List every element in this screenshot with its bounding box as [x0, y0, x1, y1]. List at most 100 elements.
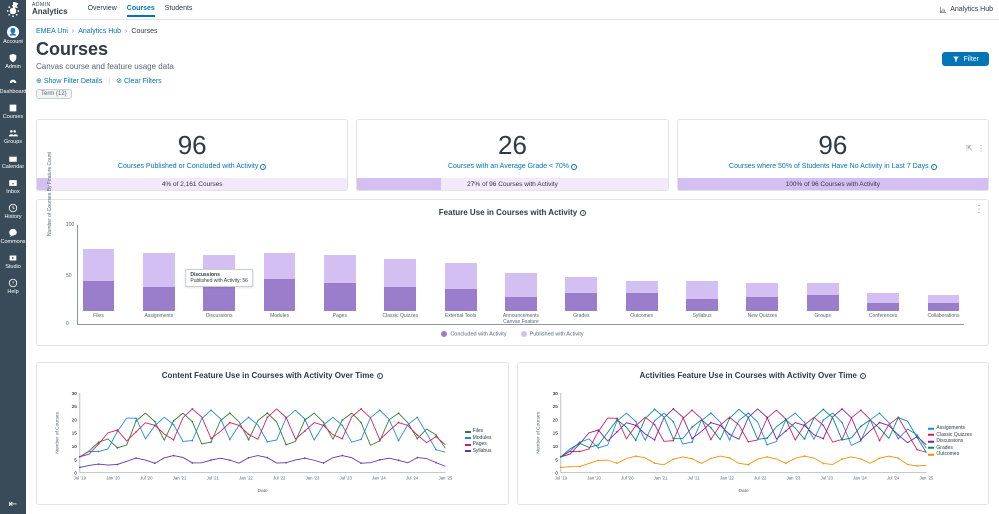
calendar-icon [8, 153, 18, 163]
nav-admin[interactable]: Admin [0, 49, 26, 74]
kpi-value: 96 [678, 130, 988, 161]
svg-text:Jan '20: Jan '20 [587, 476, 601, 481]
bar-discussions[interactable]: DiscussionsDiscussionsPublished with Act… [199, 255, 240, 324]
kpi-label[interactable]: Courses where 50% of Students Have No Ac… [678, 163, 988, 170]
bar-chart-area[interactable]: Number of Courses By Feature Count 100 5… [77, 225, 964, 325]
tab-courses[interactable]: Courses [127, 2, 155, 17]
feature-use-chart: ⋮ Feature Use in Courses with Activityi … [36, 199, 989, 346]
filter-chip-term[interactable]: Term (12) [36, 89, 72, 99]
chart-title: Activities Feature Use in Courses with A… [528, 371, 979, 380]
svg-text:Jan '21: Jan '21 [653, 476, 667, 481]
inbox-icon [8, 178, 18, 188]
info-icon[interactable]: i [377, 373, 383, 379]
kpi-row: 96 Courses Published or Concluded with A… [36, 119, 989, 191]
chart-title: Feature Use in Courses with Activityi [47, 208, 978, 217]
svg-text:Jul '19: Jul '19 [554, 476, 567, 481]
bar-assignments[interactable]: Assignments [138, 253, 179, 324]
bar-collaborations[interactable]: Collaborations [923, 295, 964, 324]
nav-studio[interactable]: Studio [0, 249, 26, 274]
shield-icon [8, 53, 18, 63]
analytics-hub-link[interactable]: Analytics Hub [939, 6, 993, 14]
svg-text:Jul '23: Jul '23 [340, 476, 353, 481]
svg-text:Jan '22: Jan '22 [239, 476, 253, 481]
question-icon: ? [8, 278, 18, 288]
chevron-right-icon: › [72, 28, 74, 35]
bar-syllabus[interactable]: Syllabus [682, 281, 723, 324]
nav-dashboard[interactable]: Dashboard [0, 74, 26, 99]
svg-text:Jan '22: Jan '22 [720, 476, 734, 481]
top-bar: ADMIN Analytics Overview Courses Student… [26, 0, 999, 20]
bar-new-quizzes[interactable]: New Quizzes [742, 283, 783, 324]
kpi-avg-grade: 26 Courses with an Average Grade < 70%i … [356, 119, 668, 191]
nav-commons[interactable]: Commons [0, 224, 26, 249]
bar-groups[interactable]: Groups [802, 283, 843, 324]
plus-icon: ⊕ [36, 77, 42, 85]
svg-text:30: 30 [72, 391, 78, 397]
nav-history[interactable]: History [0, 199, 26, 224]
svg-text:Number of Courses: Number of Courses [55, 412, 61, 454]
nav-groups[interactable]: Groups [0, 124, 26, 149]
svg-text:Date: Date [258, 488, 268, 494]
svg-text:Jan '24: Jan '24 [372, 476, 386, 481]
line-legend: FilesModulesPagesSyllabus [465, 428, 492, 454]
people-icon [8, 128, 18, 138]
svg-text:Jan '25: Jan '25 [919, 476, 933, 481]
chart-title: Content Feature Use in Courses with Acti… [47, 371, 498, 380]
global-nav: 👤Account Admin Dashboard Courses Groups … [0, 0, 26, 514]
svg-text:Jul '20: Jul '20 [621, 476, 634, 481]
clear-filters[interactable]: ⊘Clear Filters [116, 77, 162, 85]
show-filter-details[interactable]: ⊕Show Filter Details [36, 77, 102, 85]
svg-text:Jan '23: Jan '23 [786, 476, 800, 481]
book-icon [8, 103, 18, 113]
info-icon[interactable]: i [931, 164, 937, 170]
svg-text:Jan '21: Jan '21 [173, 476, 187, 481]
svg-text:Jul '20: Jul '20 [140, 476, 153, 481]
chevron-right-icon: › [125, 28, 127, 35]
svg-text:30: 30 [552, 391, 558, 397]
line-chart-area[interactable]: 051015202530Number of CoursesJul '19Jan … [51, 386, 494, 496]
studio-icon [8, 253, 18, 263]
kpi-label[interactable]: Courses Published or Concluded with Acti… [37, 163, 347, 170]
line-chart-area[interactable]: 051015202530Number of CoursesJul '19Jan … [532, 386, 975, 496]
nav-help[interactable]: ?Help [0, 274, 26, 299]
svg-text:Number of Courses: Number of Courses [535, 412, 541, 454]
breadcrumb-root[interactable]: EMEA Uni [36, 28, 68, 35]
canvas-logo [4, 2, 22, 20]
breadcrumb: EMEA Uni › Analytics Hub › Courses [36, 28, 989, 35]
chart-tooltip: DiscussionsPublished with Activity: 56 [185, 269, 253, 287]
svg-text:Jul '22: Jul '22 [754, 476, 767, 481]
bar-modules[interactable]: Modules [259, 253, 300, 324]
legend-item: Published with Activity [521, 331, 584, 337]
tab-overview[interactable]: Overview [88, 2, 117, 17]
info-icon[interactable]: i [571, 164, 577, 170]
kpi-label[interactable]: Courses with an Average Grade < 70%i [357, 163, 667, 170]
collapse-nav-icon[interactable]: ⇤ [0, 499, 26, 510]
nav-courses[interactable]: Courses [0, 99, 26, 124]
bar-grades[interactable]: Grades [561, 277, 602, 324]
svg-text:Jul '21: Jul '21 [687, 476, 700, 481]
chart-icon [939, 6, 947, 14]
info-icon[interactable]: i [260, 164, 266, 170]
bar-pages[interactable]: Pages [319, 255, 360, 324]
dual-chart-row: Content Feature Use in Courses with Acti… [36, 354, 989, 505]
commons-icon [8, 228, 18, 238]
nav-calendar[interactable]: Calendar [0, 149, 26, 174]
filter-button[interactable]: Filter [942, 52, 989, 66]
breadcrumb-hub[interactable]: Analytics Hub [78, 28, 121, 35]
bar-classic-quizzes[interactable]: Classic Quizzes [380, 259, 421, 324]
bar-announcements-canvas-feature[interactable]: Announcements Canvas Feature [501, 273, 542, 324]
bar-external-tools[interactable]: External Tools [440, 263, 481, 324]
svg-text:5: 5 [74, 458, 77, 464]
nav-inbox[interactable]: Inbox [0, 174, 26, 199]
tab-students[interactable]: Students [165, 2, 193, 17]
svg-text:20: 20 [552, 418, 558, 424]
bar-files[interactable]: Files [78, 249, 119, 324]
svg-text:25: 25 [552, 405, 558, 411]
bar-conferences[interactable]: Conferences [863, 293, 904, 324]
svg-text:Jan '24: Jan '24 [853, 476, 867, 481]
nav-account[interactable]: 👤Account [0, 22, 26, 49]
kebab-icon[interactable]: ⋮ [974, 204, 984, 215]
info-icon[interactable]: i [860, 373, 866, 379]
bar-outcomes[interactable]: Outcomes [621, 281, 662, 324]
info-icon[interactable]: i [580, 210, 586, 216]
